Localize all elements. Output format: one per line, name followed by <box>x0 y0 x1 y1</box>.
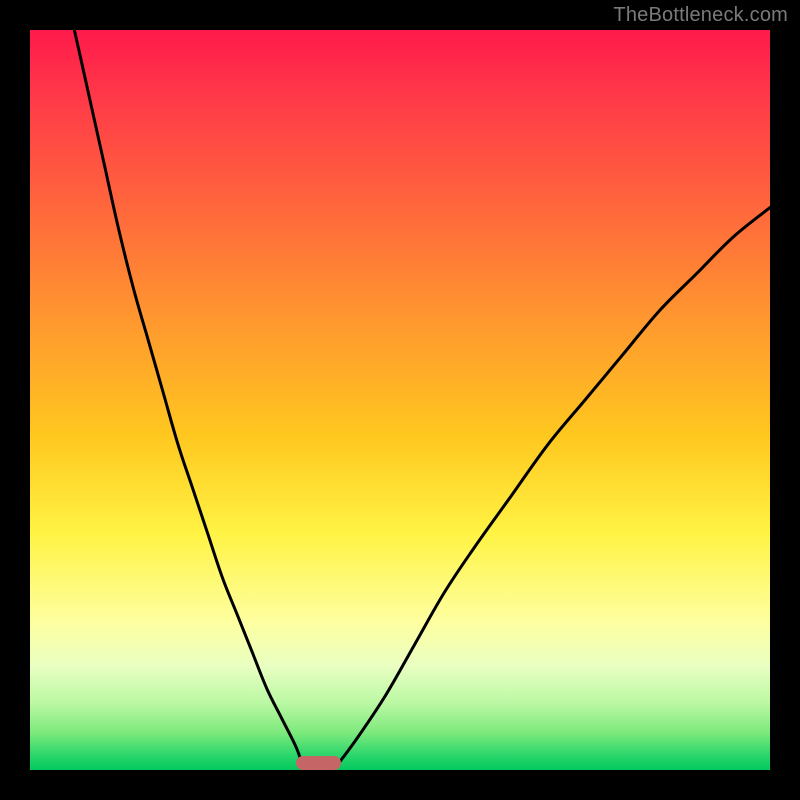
chart-frame: TheBottleneck.com <box>0 0 800 800</box>
bottleneck-curve-right <box>333 208 770 770</box>
optimal-range-marker <box>296 756 341 770</box>
bottleneck-curve <box>30 30 770 770</box>
bottleneck-curve-left <box>74 30 303 770</box>
plot-area <box>30 30 770 770</box>
watermark-text: TheBottleneck.com <box>613 4 788 27</box>
